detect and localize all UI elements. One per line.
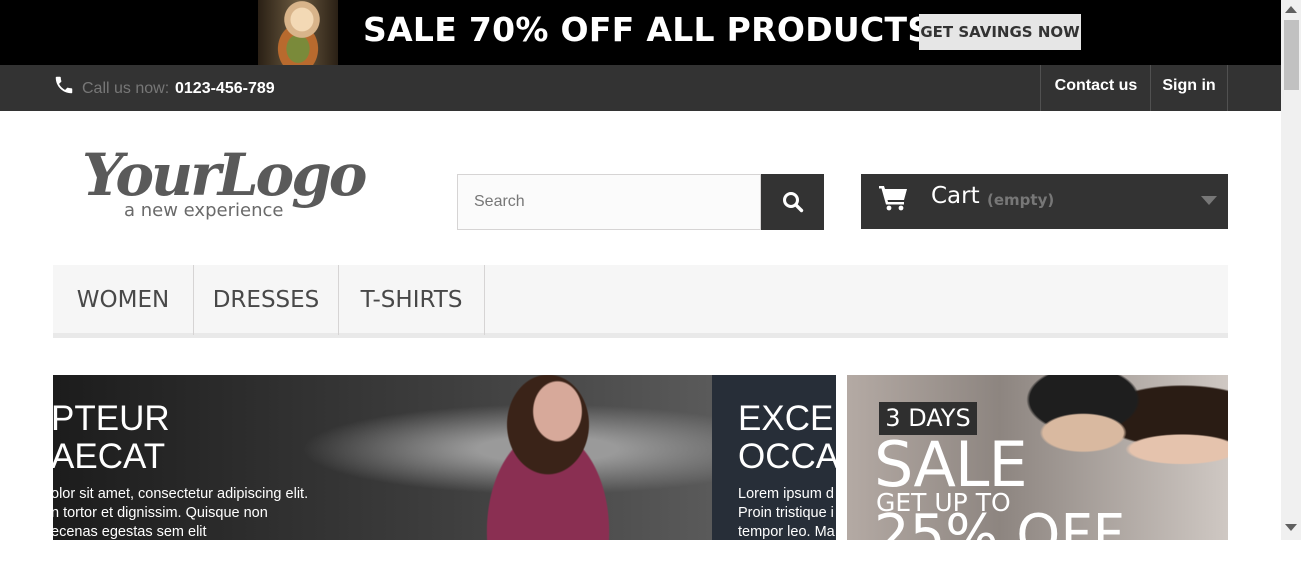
slide-1-text-line: n tortor et dignissim. Quisque non — [53, 505, 268, 521]
slide-2-text-line: Proin tristique i — [738, 505, 834, 521]
phone-icon — [55, 76, 73, 94]
slide-1-text-line: olor sit amet, consectetur adipiscing el… — [53, 486, 309, 502]
slide-2-text-line: tempor leo. Ma — [738, 524, 835, 540]
promo-percent-text: 25% OFF — [874, 503, 1125, 568]
phone-number: 0123-456-789 — [175, 80, 275, 97]
cart-icon — [879, 186, 907, 211]
homepage-slider[interactable]: PTEUR AECAT olor sit amet, consectetur a… — [53, 375, 836, 540]
slide-1-model-photo — [453, 375, 643, 540]
site-logo[interactable]: YourLogo a new experience — [82, 140, 382, 230]
logo-tagline: a new experience — [124, 200, 283, 221]
call-us-label: Call us now: — [82, 80, 170, 97]
cart-status: (empty) — [987, 191, 1055, 209]
slide-2-title-line: OCCA — [738, 437, 836, 476]
search-button[interactable] — [761, 174, 824, 230]
banner-model-photo — [258, 0, 338, 65]
slide-1-text-line: ecenas egestas sem elit — [53, 524, 207, 540]
get-savings-button[interactable]: GET SAVINGS NOW — [919, 14, 1081, 50]
menu-item-dresses[interactable]: DRESSES — [194, 265, 339, 335]
menu-item-women[interactable]: WOMEN — [53, 265, 194, 335]
cart-label: Cart — [931, 183, 980, 209]
scrollbar-thumb[interactable] — [1284, 20, 1299, 90]
slide-2-title-line: EXCE — [738, 399, 834, 438]
search-input[interactable] — [457, 174, 761, 230]
logo-wordmark: YourLogo — [82, 141, 366, 209]
contact-us-link[interactable]: Contact us — [1040, 65, 1151, 111]
banner-headline: SALE 70% OFF ALL PRODUCTS — [363, 10, 932, 49]
search-icon — [782, 192, 803, 213]
caret-down-icon — [1201, 196, 1217, 205]
scroll-down-arrow-icon[interactable] — [1285, 524, 1297, 531]
sign-in-link[interactable]: Sign in — [1150, 65, 1228, 111]
slide-2-text-line: Lorem ipsum d — [738, 486, 834, 502]
slide-1-title-line: AECAT — [53, 437, 166, 476]
scroll-up-arrow-icon[interactable] — [1285, 6, 1297, 13]
slide-1-title-line: PTEUR — [53, 399, 170, 438]
menu-item-t-shirts[interactable]: T-SHIRTS — [339, 265, 485, 335]
